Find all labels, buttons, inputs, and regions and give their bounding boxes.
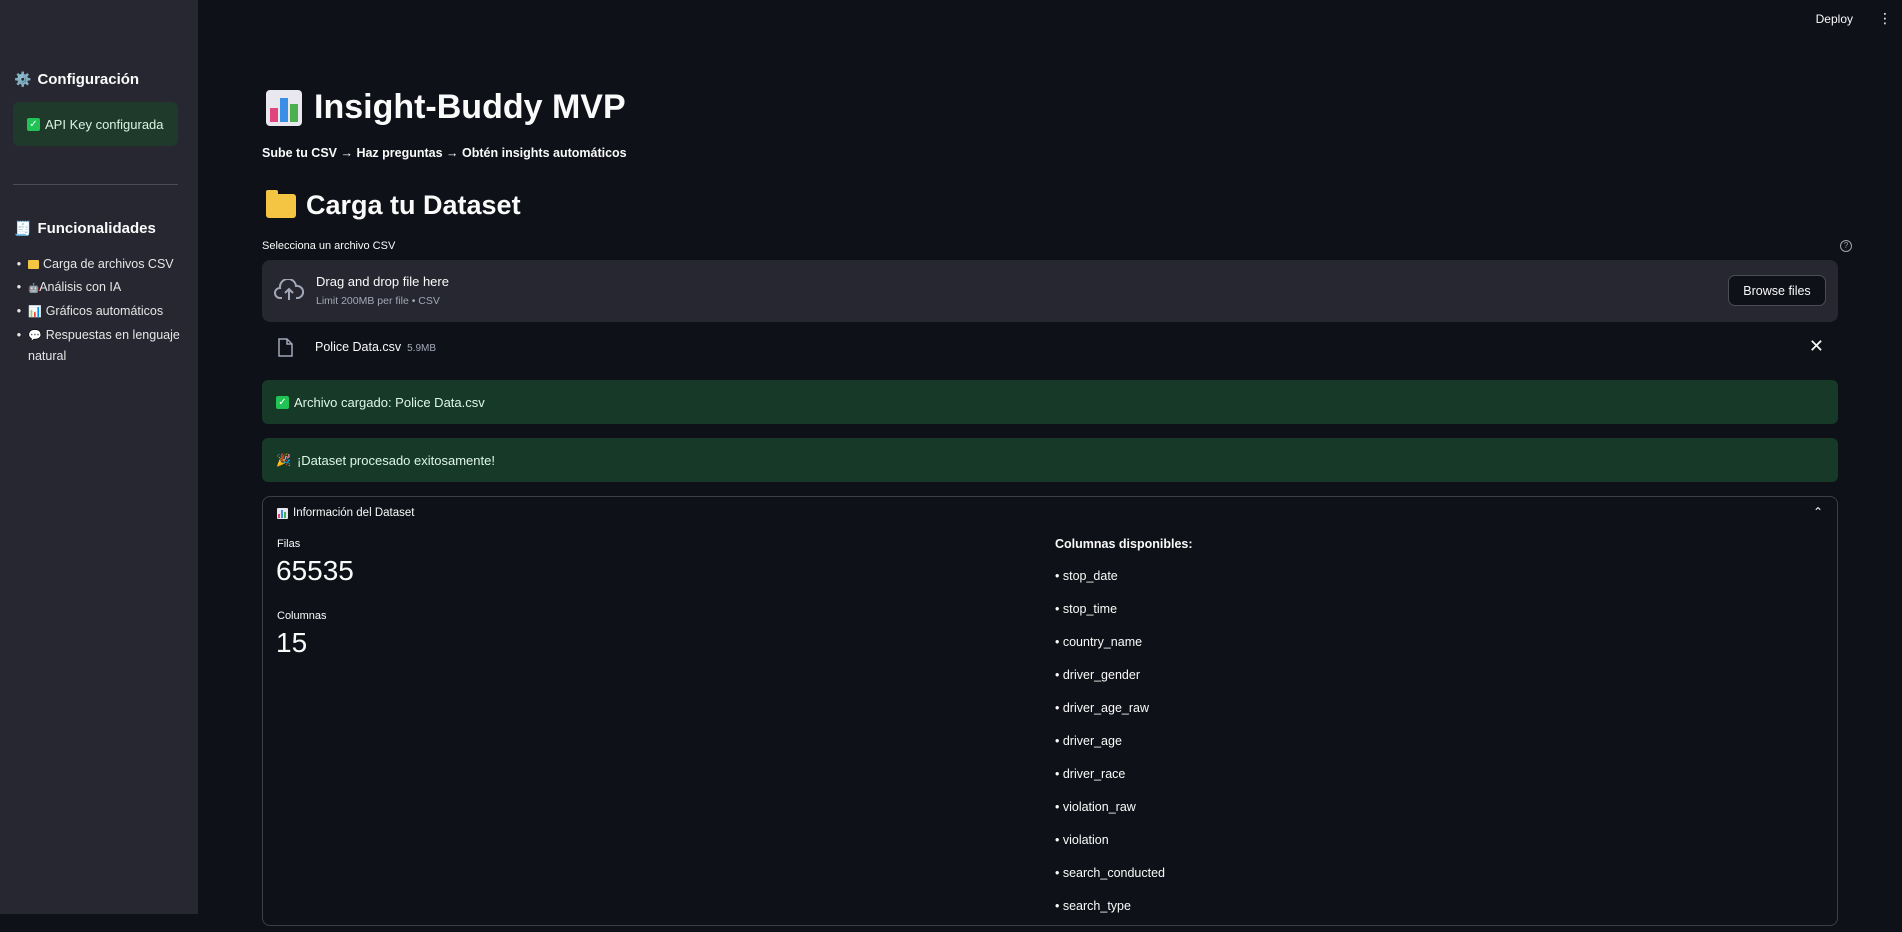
feature-label: Respuestas en lenguaje natural (28, 328, 180, 363)
feature-list: • Carga de archivos CSV • 🤖Análisis con … (10, 254, 190, 369)
dataset-processed-alert: 🎉 ¡Dataset procesado exitosamente! (262, 438, 1838, 482)
file-uploader-label: Selecciona un archivo CSV (262, 240, 396, 252)
expander-header[interactable]: Información del Dataset (277, 507, 414, 519)
expander-title: Información del Dataset (293, 507, 415, 519)
feature-item: • 💬 Respuestas en lenguaje natural (16, 328, 180, 363)
speech-bubble-icon: 💬 (28, 330, 42, 342)
gear-icon: ⚙️ (14, 71, 32, 87)
sidebar: ⚙️ Configuración ✓ API Key configurada 🧾… (0, 0, 198, 914)
file-icon (278, 338, 293, 357)
list-item: • driver_gender (1055, 668, 1140, 682)
alert-text: ¡Dataset procesado exitosamente! (296, 452, 495, 468)
file-name: Police Data.csv (315, 340, 402, 354)
list-item: • driver_age (1055, 734, 1122, 748)
list-item: • driver_age_raw (1055, 701, 1150, 715)
features-heading: 🧾 Funcionalidades (14, 220, 156, 237)
dataset-info-expander: Información del Dataset ⌃ Filas 65535 Co… (262, 496, 1838, 926)
check-icon: ✓ (276, 395, 289, 409)
notepad-icon: 🧾 (14, 220, 32, 236)
api-key-status: ✓ API Key configurada (13, 102, 178, 146)
list-item: • stop_date (1055, 569, 1118, 583)
help-icon[interactable]: ? (1840, 240, 1852, 252)
config-heading: ⚙️ Configuración (14, 71, 139, 88)
feature-label: Gráficos automáticos (45, 304, 164, 318)
chart-icon: 📊 (28, 306, 42, 318)
alert-text: Archivo cargado: Police Data.csv (294, 394, 485, 410)
sidebar-divider (13, 184, 178, 185)
bar-chart-icon (277, 507, 288, 519)
cloud-upload-icon (274, 279, 304, 300)
folder-icon (28, 260, 39, 270)
feature-label: Carga de archivos CSV (43, 257, 174, 271)
rows-metric-label: Filas (277, 538, 301, 550)
list-item: • stop_time (1055, 602, 1118, 616)
list-item: • violation (1055, 833, 1109, 847)
page-title-text: Insight-Buddy MVP (314, 88, 626, 126)
page-title: Insight-Buddy MVP (266, 88, 626, 127)
upload-heading: Carga tu Dataset (266, 189, 521, 221)
columns-list: • stop_date • stop_time • country_name •… (1055, 569, 1165, 932)
dropzone-title: Drag and drop file here (316, 274, 449, 289)
list-item: • violation_raw (1055, 800, 1136, 814)
list-item: • driver_race (1055, 767, 1126, 781)
file-size: 5.9MB (407, 343, 437, 354)
uploaded-file: Police Data.csv 5.9MB ✕ (262, 334, 1838, 360)
columns-metric-value: 15 (276, 627, 308, 658)
remove-file-icon[interactable]: ✕ (1809, 337, 1824, 355)
deploy-button[interactable]: Deploy (1816, 12, 1853, 26)
config-heading-text: Configuración (37, 71, 140, 88)
browse-files-button[interactable]: Browse files (1728, 275, 1826, 306)
api-status-text: API Key configurada (45, 116, 164, 132)
rows-metric-value: 65535 (276, 555, 354, 586)
folder-icon (266, 189, 296, 218)
dropzone-limit: Limit 200MB per file • CSV (316, 295, 440, 307)
page-subtitle: Sube tu CSV → Haz preguntas → Obtén insi… (262, 146, 627, 160)
feature-item: • Carga de archivos CSV (16, 257, 174, 271)
party-popper-icon: 🎉 (276, 453, 291, 467)
file-loaded-alert: ✓ Archivo cargado: Police Data.csv (262, 380, 1838, 424)
feature-item: • 🤖Análisis con IA (16, 280, 122, 294)
check-icon: ✓ (27, 117, 40, 131)
features-heading-text: Funcionalidades (37, 220, 156, 237)
list-item: • search_conducted (1055, 866, 1166, 880)
columns-metric-label: Columnas (277, 610, 327, 622)
file-dropzone[interactable]: Drag and drop file here Limit 200MB per … (262, 260, 1838, 322)
main-menu-icon[interactable]: ⋮ (1878, 11, 1892, 25)
robot-icon: 🤖 (28, 283, 40, 293)
list-item: • search_type (1055, 899, 1131, 913)
main-content: Deploy ⋮ Insight-Buddy MVP Sube tu CSV →… (198, 0, 1902, 926)
feature-label: Análisis con IA (39, 280, 122, 294)
feature-item: • 📊 Gráficos automáticos (16, 304, 164, 318)
chevron-up-icon[interactable]: ⌃ (1813, 505, 1823, 519)
upload-heading-text: Carga tu Dataset (306, 190, 521, 220)
bar-chart-icon (266, 89, 302, 126)
columns-title: Columnas disponibles: (1055, 537, 1193, 551)
list-item: • country_name (1055, 635, 1143, 649)
